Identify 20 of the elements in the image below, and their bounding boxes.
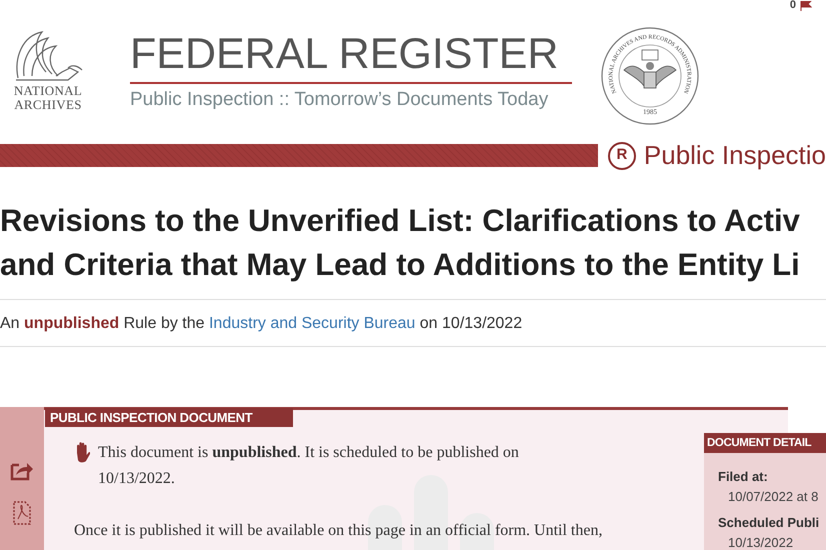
agency-link[interactable]: Industry and Security Bureau xyxy=(208,315,416,332)
site-subtitle: Public Inspection :: Tomorrow’s Documents Today xyxy=(130,88,548,112)
notice-text: This document is unpublished. It is scheduled to be published on 10/13/2022. xyxy=(98,443,520,489)
document-title: and Criteria that May Lead to Additions to the Entity Li xyxy=(0,246,800,284)
detail-label: Filed at: xyxy=(718,468,769,486)
section-title: Public Inspectio xyxy=(644,139,826,172)
notice-text: Once it is published it will be available on this page in an official form. Until then, xyxy=(74,521,602,541)
byline: An unpublished Rule by the Industry and Security Bureau on 10/13/2022 xyxy=(0,314,524,334)
pdf-icon[interactable] xyxy=(13,501,31,525)
document-title: Revisions to the Unverified List: Clarifications to Activ xyxy=(0,202,800,240)
notification-count: 0 xyxy=(790,0,796,11)
site-title: FEDERAL REGISTER xyxy=(130,29,558,80)
flag-icon[interactable] xyxy=(800,1,812,11)
detail-value: 10/07/2022 at 8 xyxy=(727,488,820,506)
logo-text: NATIONAL xyxy=(14,84,82,98)
hand-icon xyxy=(74,441,90,463)
detail-label: Scheduled Publi xyxy=(718,514,820,532)
registered-icon: R xyxy=(608,142,636,170)
logo-text: ARCHIVES xyxy=(14,98,82,112)
detail-value: 10/13/2022 xyxy=(727,534,794,550)
